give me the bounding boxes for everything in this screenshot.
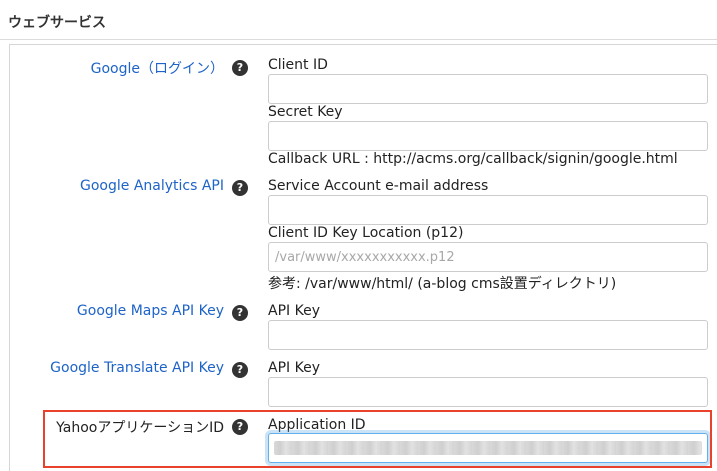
question-circle-icon[interactable]: ? bbox=[232, 60, 248, 76]
secret-key-input[interactable] bbox=[268, 121, 708, 151]
service-account-email-input[interactable] bbox=[268, 195, 708, 225]
application-id-input[interactable] bbox=[268, 433, 708, 463]
question-circle-icon[interactable]: ? bbox=[232, 305, 248, 321]
callback-url-note: Callback URL : http://acms.org/callback/… bbox=[268, 151, 678, 167]
key-location-label: Client ID Key Location (p12) bbox=[268, 225, 464, 241]
install-dir-note: 参考: /var/www/html/ (a-blog cms設置ディレクトリ) bbox=[268, 276, 617, 292]
google-maps-label: Google Maps API Key bbox=[76, 303, 224, 319]
client-id-label: Client ID bbox=[268, 57, 328, 73]
title-divider bbox=[0, 39, 717, 40]
google-analytics-label: Google Analytics API bbox=[80, 178, 224, 194]
secret-key-label: Secret Key bbox=[268, 104, 343, 120]
section-title: ウェブサービス bbox=[8, 15, 106, 31]
maps-api-key-input[interactable] bbox=[268, 320, 708, 350]
application-id-label: Application ID bbox=[268, 417, 366, 433]
maps-api-key-label: API Key bbox=[268, 303, 320, 319]
question-circle-icon[interactable]: ? bbox=[232, 180, 248, 196]
question-circle-icon[interactable]: ? bbox=[232, 362, 248, 378]
translate-api-key-label: API Key bbox=[268, 360, 320, 376]
translate-api-key-input[interactable] bbox=[268, 377, 708, 407]
google-translate-label: Google Translate API Key bbox=[50, 360, 224, 376]
yahoo-app-id-label: YahooアプリケーションID bbox=[56, 420, 224, 436]
client-id-input[interactable] bbox=[268, 74, 708, 104]
service-account-email-label: Service Account e-mail address bbox=[268, 178, 489, 194]
question-circle-icon[interactable]: ? bbox=[232, 419, 248, 435]
google-login-label: Google（ログイン） bbox=[90, 61, 224, 77]
key-location-input[interactable] bbox=[268, 242, 708, 272]
